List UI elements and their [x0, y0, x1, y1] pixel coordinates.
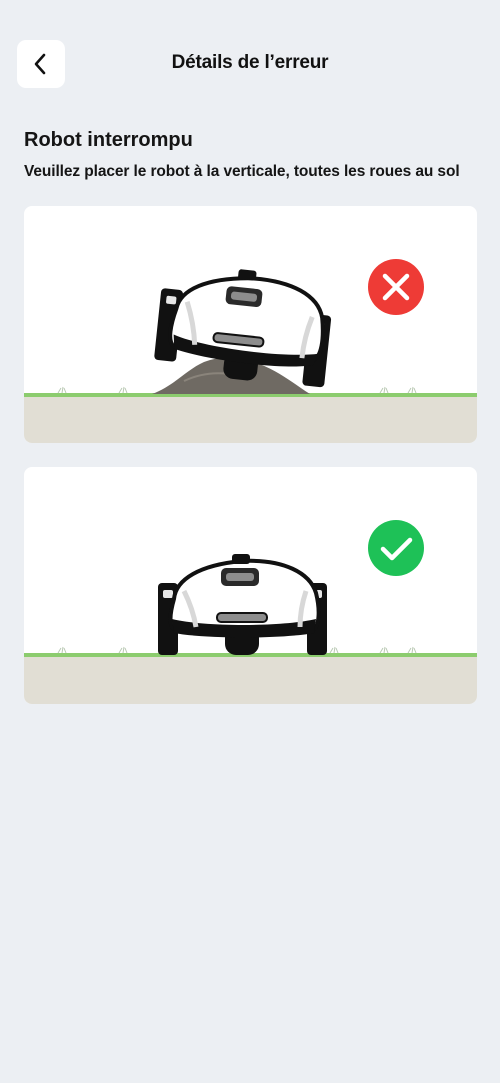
- check-icon: [368, 520, 424, 576]
- robot-grille: [216, 612, 268, 623]
- incorrect-position-card: [24, 206, 477, 443]
- correct-position-card: [24, 467, 477, 704]
- ground: [24, 656, 477, 704]
- top-bar: Détails de l’erreur: [0, 0, 500, 128]
- correct-position-illustration: [24, 520, 477, 704]
- ground: [24, 396, 477, 443]
- page-title: Détails de l’erreur: [171, 52, 329, 73]
- x-icon: [368, 259, 424, 315]
- error-description: Veuillez placer le robot à la verticale,…: [24, 163, 460, 180]
- robot-upright: [158, 554, 327, 655]
- error-heading: Robot interrompu: [24, 129, 193, 151]
- incorrect-position-illustration: [24, 259, 477, 443]
- robot-tilted: [154, 269, 332, 388]
